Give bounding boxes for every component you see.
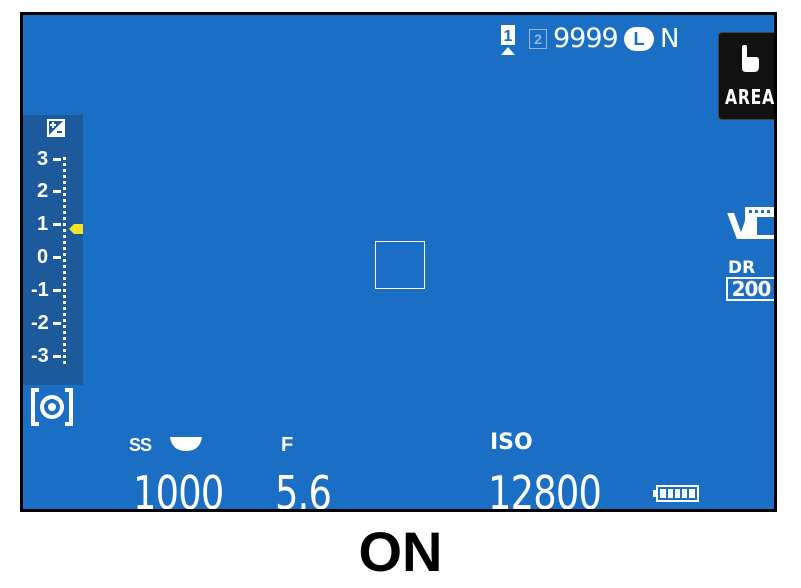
iso-value: 12800 — [488, 466, 602, 512]
iso-label: ISO — [490, 430, 533, 455]
ev-scale-dot — [63, 313, 66, 316]
ev-scale-dot — [63, 217, 66, 220]
caption-label: ON — [358, 520, 443, 583]
ev-scale-dot — [63, 349, 66, 352]
exposure-compensation-scale: 3 2 1 0 -1 -2 -3 — [23, 115, 83, 385]
ev-scale-dot — [63, 187, 66, 190]
ev-tick-mark — [53, 289, 61, 292]
shutter-indicator-icon — [170, 437, 202, 451]
aperture-value: 5.6 — [275, 466, 332, 512]
shutter-speed-value: 1000 — [133, 466, 224, 512]
ev-scale-dot — [63, 361, 66, 364]
ev-scale-dot — [63, 223, 66, 226]
ev-scale-dot — [63, 235, 66, 238]
ev-scale-dot — [63, 331, 66, 334]
card-slot-1-icon: 1 — [497, 25, 519, 57]
ev-scale-dot — [63, 199, 66, 202]
card-slot-1-number: 1 — [504, 28, 513, 45]
ev-tick-mark — [53, 223, 61, 226]
film-simulation-velvia-icon: V — [725, 205, 774, 248]
ev-scale-dot — [63, 175, 66, 178]
ev-label-minus1: -1 — [31, 279, 49, 301]
ev-indicator-icon — [69, 221, 83, 234]
ev-label-plus2: 2 — [37, 180, 49, 202]
ev-tick-mark — [53, 190, 61, 193]
ev-scale-dot — [63, 325, 66, 328]
aperture-label: F — [281, 434, 294, 456]
ev-scale-dot — [63, 319, 66, 322]
ev-scale-dot — [63, 181, 66, 184]
touch-mode-label: AREA — [725, 85, 775, 109]
ev-scale-dot — [63, 283, 66, 286]
touch-hand-icon — [737, 45, 761, 73]
touch-mode-button[interactable]: AREA — [718, 32, 775, 120]
ev-tick-mark — [53, 158, 61, 161]
ev-scale-dot — [63, 205, 66, 208]
multi-metering-icon — [29, 387, 75, 427]
focus-frame[interactable] — [375, 241, 425, 289]
ev-scale-dot — [63, 307, 66, 310]
ev-scale-dot — [63, 277, 66, 280]
ev-label-zero: 0 — [37, 246, 49, 268]
ev-scale-dot — [63, 259, 66, 262]
ev-label-minus2: -2 — [31, 312, 49, 334]
ev-scale-dot — [63, 337, 66, 340]
camera-lcd-display: 1 2 9999 L N AREA 3 2 1 0 -1 -2 -3 V DR … — [20, 12, 777, 512]
ev-scale-dot — [63, 343, 66, 346]
ev-scale-dot — [63, 355, 66, 358]
ev-scale-dot — [63, 301, 66, 304]
exposure-compensation-icon — [47, 119, 65, 137]
ev-scale-dot — [63, 247, 66, 250]
shutter-speed-label: SS — [129, 435, 152, 455]
ev-label-plus3: 3 — [37, 148, 49, 170]
image-size-badge: L — [624, 27, 654, 51]
film-simulation-label: V — [727, 207, 755, 245]
image-quality: N — [660, 24, 680, 54]
ev-scale-dot — [63, 271, 66, 274]
ev-scale-dot — [63, 265, 66, 268]
card-slot-2-icon: 2 — [529, 29, 547, 49]
ev-scale-dot — [63, 289, 66, 292]
dynamic-range-value: 200 — [726, 277, 774, 301]
ev-tick-mark — [53, 355, 61, 358]
shots-remaining: 9999 — [553, 23, 619, 54]
ev-scale-dot — [63, 157, 66, 160]
ev-label-plus1: 1 — [37, 213, 49, 235]
dynamic-range-label: DR — [728, 258, 756, 278]
ev-scale-dot — [63, 229, 66, 232]
ev-scale-dot — [63, 253, 66, 256]
ev-tick-mark — [53, 256, 61, 259]
ev-scale-dot — [63, 241, 66, 244]
ev-scale-dot — [63, 163, 66, 166]
ev-scale-dot — [63, 211, 66, 214]
ev-scale-dot — [63, 169, 66, 172]
battery-full-icon — [653, 485, 699, 502]
ev-label-minus3: -3 — [31, 345, 49, 367]
ev-scale-dot — [63, 295, 66, 298]
ev-tick-mark — [53, 322, 61, 325]
ev-scale-dot — [63, 193, 66, 196]
